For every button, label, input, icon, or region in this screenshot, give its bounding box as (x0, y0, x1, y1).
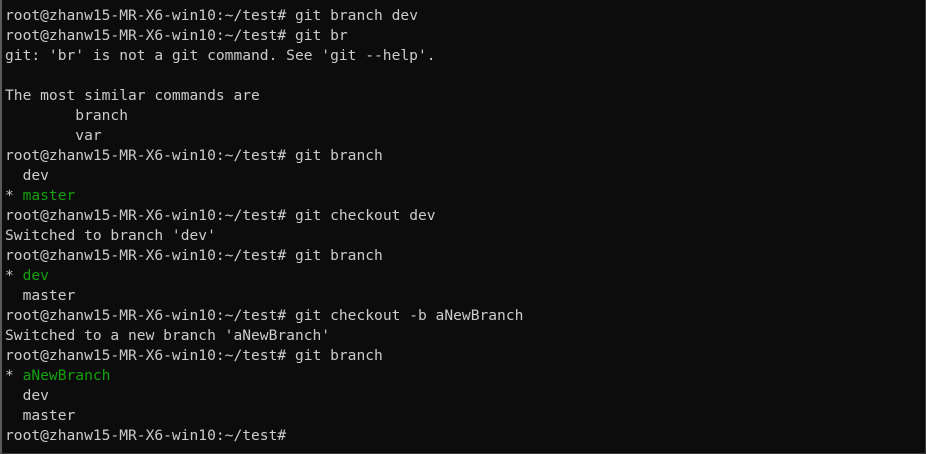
output-text: var (5, 0, 101, 4)
output-text: var (5, 127, 102, 144)
output-line: The most similar commands are (5, 86, 925, 106)
branch-indent (5, 387, 23, 404)
current-branch-marker: * (5, 187, 23, 204)
command-text: git branch (294, 247, 383, 264)
current-branch-marker: * (5, 367, 23, 384)
shell-prompt: root@zhanw15-MR-X6-win10:~/test# (5, 247, 287, 264)
shell-prompt: root@zhanw15-MR-X6-win10:~/test# (5, 27, 287, 44)
command-text: git checkout dev (294, 207, 436, 224)
branch-indent (5, 407, 23, 424)
terminal-output[interactable]: var root@zhanw15-MR-X6-win10:~/test# git … (5, 0, 925, 446)
current-branch-name: master (22, 187, 76, 204)
command-text: git checkout -b aNewBranch (294, 307, 524, 324)
shell-prompt: root@zhanw15-MR-X6-win10:~/test# (5, 347, 287, 364)
output-text: The most similar commands are (5, 87, 260, 104)
command-text: git br (294, 27, 348, 44)
prompt-line: root@zhanw15-MR-X6-win10:~/test# git bra… (5, 6, 925, 26)
command-text: git branch dev (294, 7, 418, 24)
branch-line: master (5, 286, 925, 306)
output-line: Switched to a new branch 'aNewBranch' (5, 326, 925, 346)
command-text: git branch (294, 347, 383, 364)
branch-name: master (22, 407, 76, 424)
current-branch-line: * aNewBranch (5, 366, 925, 386)
branch-line: master (5, 406, 925, 426)
output-text: Switched to a new branch 'aNewBranch' (5, 327, 331, 344)
output-line: var (5, 126, 925, 146)
prompt-line: root@zhanw15-MR-X6-win10:~/test# git bra… (5, 246, 925, 266)
branch-name: dev (22, 387, 49, 404)
input-cursor[interactable] (295, 427, 304, 443)
current-branch-line: * dev (5, 266, 925, 286)
prompt-line: root@zhanw15-MR-X6-win10:~/test# (5, 426, 925, 446)
prompt-line: root@zhanw15-MR-X6-win10:~/test# git bra… (5, 346, 925, 366)
shell-prompt: root@zhanw15-MR-X6-win10:~/test# (5, 7, 287, 24)
shell-prompt: root@zhanw15-MR-X6-win10:~/test# (5, 147, 287, 164)
branch-indent (5, 167, 23, 184)
branch-name: dev (22, 167, 49, 184)
branch-line: dev (5, 166, 925, 186)
prompt-line: root@zhanw15-MR-X6-win10:~/test# git che… (5, 306, 925, 326)
shell-prompt: root@zhanw15-MR-X6-win10:~/test# (5, 307, 287, 324)
current-branch-name: aNewBranch (22, 367, 111, 384)
current-branch-line: * master (5, 186, 925, 206)
command-text: git branch (294, 147, 383, 164)
prompt-line: root@zhanw15-MR-X6-win10:~/test# git che… (5, 206, 925, 226)
prompt-line: root@zhanw15-MR-X6-win10:~/test# git bra… (5, 146, 925, 166)
output-line: git: 'br' is not a git command. See 'git… (5, 46, 925, 66)
output-text: Switched to branch 'dev' (5, 227, 216, 244)
branch-name: master (22, 287, 76, 304)
shell-prompt: root@zhanw15-MR-X6-win10:~/test# (5, 207, 287, 224)
terminal-window[interactable]: var root@zhanw15-MR-X6-win10:~/test# git … (0, 0, 926, 454)
shell-prompt: root@zhanw15-MR-X6-win10:~/test# (5, 427, 287, 444)
output-line: Switched to branch 'dev' (5, 226, 925, 246)
output-text: git: 'br' is not a git command. See 'git… (5, 47, 436, 64)
output-text: branch (5, 107, 129, 124)
prompt-line: root@zhanw15-MR-X6-win10:~/test# git br (5, 26, 925, 46)
current-branch-name: dev (22, 267, 49, 284)
branch-line: dev (5, 386, 925, 406)
current-branch-marker: * (5, 267, 23, 284)
branch-indent (5, 287, 23, 304)
output-line: branch (5, 106, 925, 126)
